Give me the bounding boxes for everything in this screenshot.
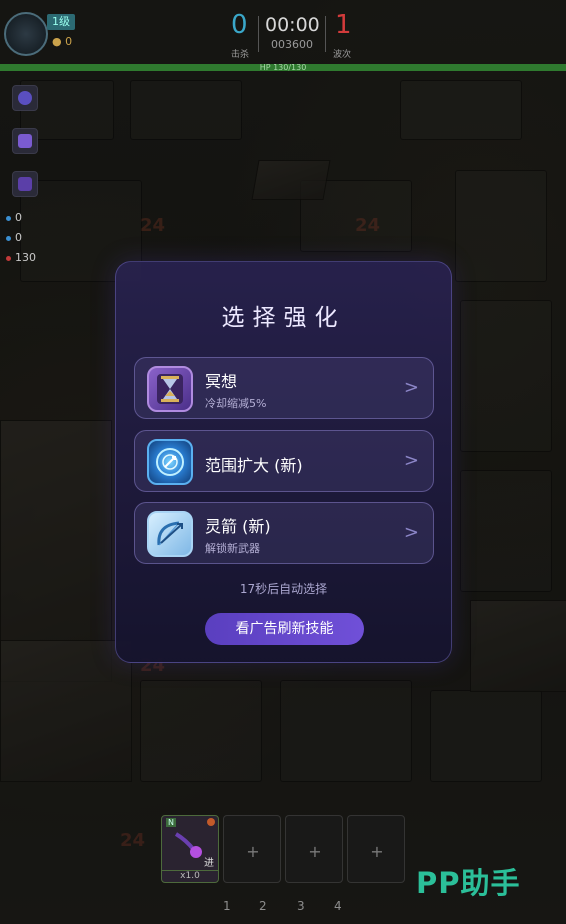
option-desc: 冷却缩减5% (205, 397, 267, 410)
skill-tier-tag: N (166, 818, 176, 827)
wave-count: 1 (335, 10, 352, 40)
level-badge: 1级 (47, 14, 75, 30)
game-timer: 00:00 (265, 14, 320, 36)
buff-slot-3[interactable] (12, 171, 38, 197)
watermark-logo: PP助手 (416, 866, 521, 900)
skill-badge: 进 (204, 858, 214, 869)
skill-alert-dot (207, 818, 215, 826)
dark-orb-icon (174, 832, 202, 858)
hourglass-icon (147, 366, 193, 412)
auto-select-countdown: 17秒后自动选择 (239, 582, 328, 596)
tab-1[interactable]: 1 (223, 899, 231, 913)
plus-icon: + (308, 842, 322, 861)
tab-3[interactable]: 3 (297, 899, 305, 913)
kill-count: 0 (231, 10, 248, 40)
option-name: 冥想 (205, 372, 238, 391)
skill-multiplier: x1.0 (162, 870, 218, 881)
bow-icon (147, 511, 193, 557)
resource-value-3: 130 (15, 251, 36, 264)
coin-counter: ● 0 (52, 35, 73, 48)
chevron-right-icon: > (403, 377, 419, 398)
wave-label: 波次 (333, 50, 352, 60)
upgrade-option-spirit-arrow[interactable]: 灵箭 (新) 解锁新武器 > (134, 502, 434, 564)
buff-slot-2[interactable] (12, 128, 38, 154)
tab-4[interactable]: 4 (334, 899, 342, 913)
plus-icon: + (246, 842, 260, 861)
upgrade-option-range[interactable]: 范围扩大 (新) > (134, 430, 434, 492)
chevron-right-icon: > (403, 450, 419, 471)
resource-row-3: 130 (6, 251, 36, 264)
skill-slot-2[interactable]: + (223, 815, 281, 883)
dialog-title: 选择强化 (221, 305, 346, 331)
buff-slot-1[interactable] (12, 85, 38, 111)
resource-value-1: 0 (15, 211, 22, 224)
hp-text: HP 130/130 (259, 63, 307, 72)
coin-value: 0 (65, 35, 73, 48)
chevron-right-icon: > (403, 522, 419, 543)
option-name: 范围扩大 (新) (205, 456, 303, 475)
skill-slot-1[interactable]: N 进 x1.0 (161, 815, 219, 883)
score-value: 003600 (271, 38, 313, 51)
resource-row-1: 0 (6, 211, 22, 224)
upgrade-dialog: 选择强化 冥想 冷却缩减5% > 范围扩大 (新) > 灵箭 (新) 解锁新武器… (115, 261, 452, 663)
skill-slot-3[interactable]: + (285, 815, 343, 883)
option-name: 灵箭 (新) (205, 517, 271, 536)
resource-row-2: 0 (6, 231, 22, 244)
range-orb-icon (147, 439, 193, 485)
player-avatar[interactable] (4, 12, 48, 56)
skill-slot-4[interactable]: + (347, 815, 405, 883)
kill-label: 击杀 (231, 50, 250, 60)
resource-value-2: 0 (15, 231, 22, 244)
option-desc: 解锁新武器 (205, 542, 260, 555)
upgrade-option-meditation[interactable]: 冥想 冷却缩减5% > (134, 357, 434, 419)
tab-2[interactable]: 2 (259, 899, 267, 913)
watch-ad-refresh-button[interactable]: 看广告刷新技能 (205, 613, 364, 645)
plus-icon: + (370, 842, 384, 861)
